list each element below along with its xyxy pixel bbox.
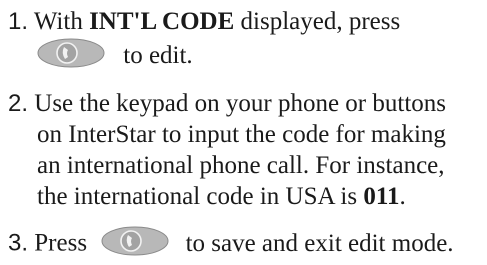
step-2: 2. Use the keypad on your phone or butto… <box>8 88 483 212</box>
step-2-period: . <box>399 183 406 210</box>
step-1-line-1: 1. With INT'L CODE displayed, press <box>8 6 483 37</box>
step-1-line-2: to edit. <box>8 37 483 69</box>
step-1-text-before: With <box>33 8 90 35</box>
step-2-line-1: 2. Use the keypad on your phone or butto… <box>8 88 483 119</box>
step-3-number: 3. <box>8 229 29 257</box>
step-1-code-label: INT'L CODE <box>89 8 235 35</box>
step-2-number: 2. <box>8 90 29 117</box>
step-2-line-3: an international phone call. For instanc… <box>8 150 483 181</box>
step-3-text-after: to save and exit edit mode. <box>185 229 454 257</box>
phone-button-icon <box>37 37 105 77</box>
step-1-number: 1. <box>8 8 29 35</box>
step-2-line-4: the international code in USA is 011. <box>8 181 483 212</box>
step-2-text-1: Use the keypad on your phone or buttons <box>34 90 446 117</box>
phone-button-icon <box>101 225 169 265</box>
step-1: 1. With INT'L CODE displayed, press to e… <box>8 6 483 69</box>
step-2-text-2: on InterStar to input the code for makin… <box>37 121 446 148</box>
step-2-text-3: an international phone call. For instanc… <box>37 152 445 179</box>
usa-code: 011 <box>363 183 400 210</box>
step-2-text-4: the international code in USA is <box>37 183 364 210</box>
step-3-line-1: 3. Press to save and exit edit mode. <box>8 225 483 257</box>
instruction-page: { "steps": [ { "number": "1.", "line1_be… <box>0 0 487 262</box>
step-3: 3. Press to save and exit edit mode. <box>8 225 483 257</box>
step-2-line-2: on InterStar to input the code for makin… <box>8 119 483 150</box>
step-1-text-after: displayed, press <box>234 8 401 35</box>
step-3-text-before: Press <box>34 229 88 257</box>
step-1-text-end: to edit. <box>123 41 193 69</box>
